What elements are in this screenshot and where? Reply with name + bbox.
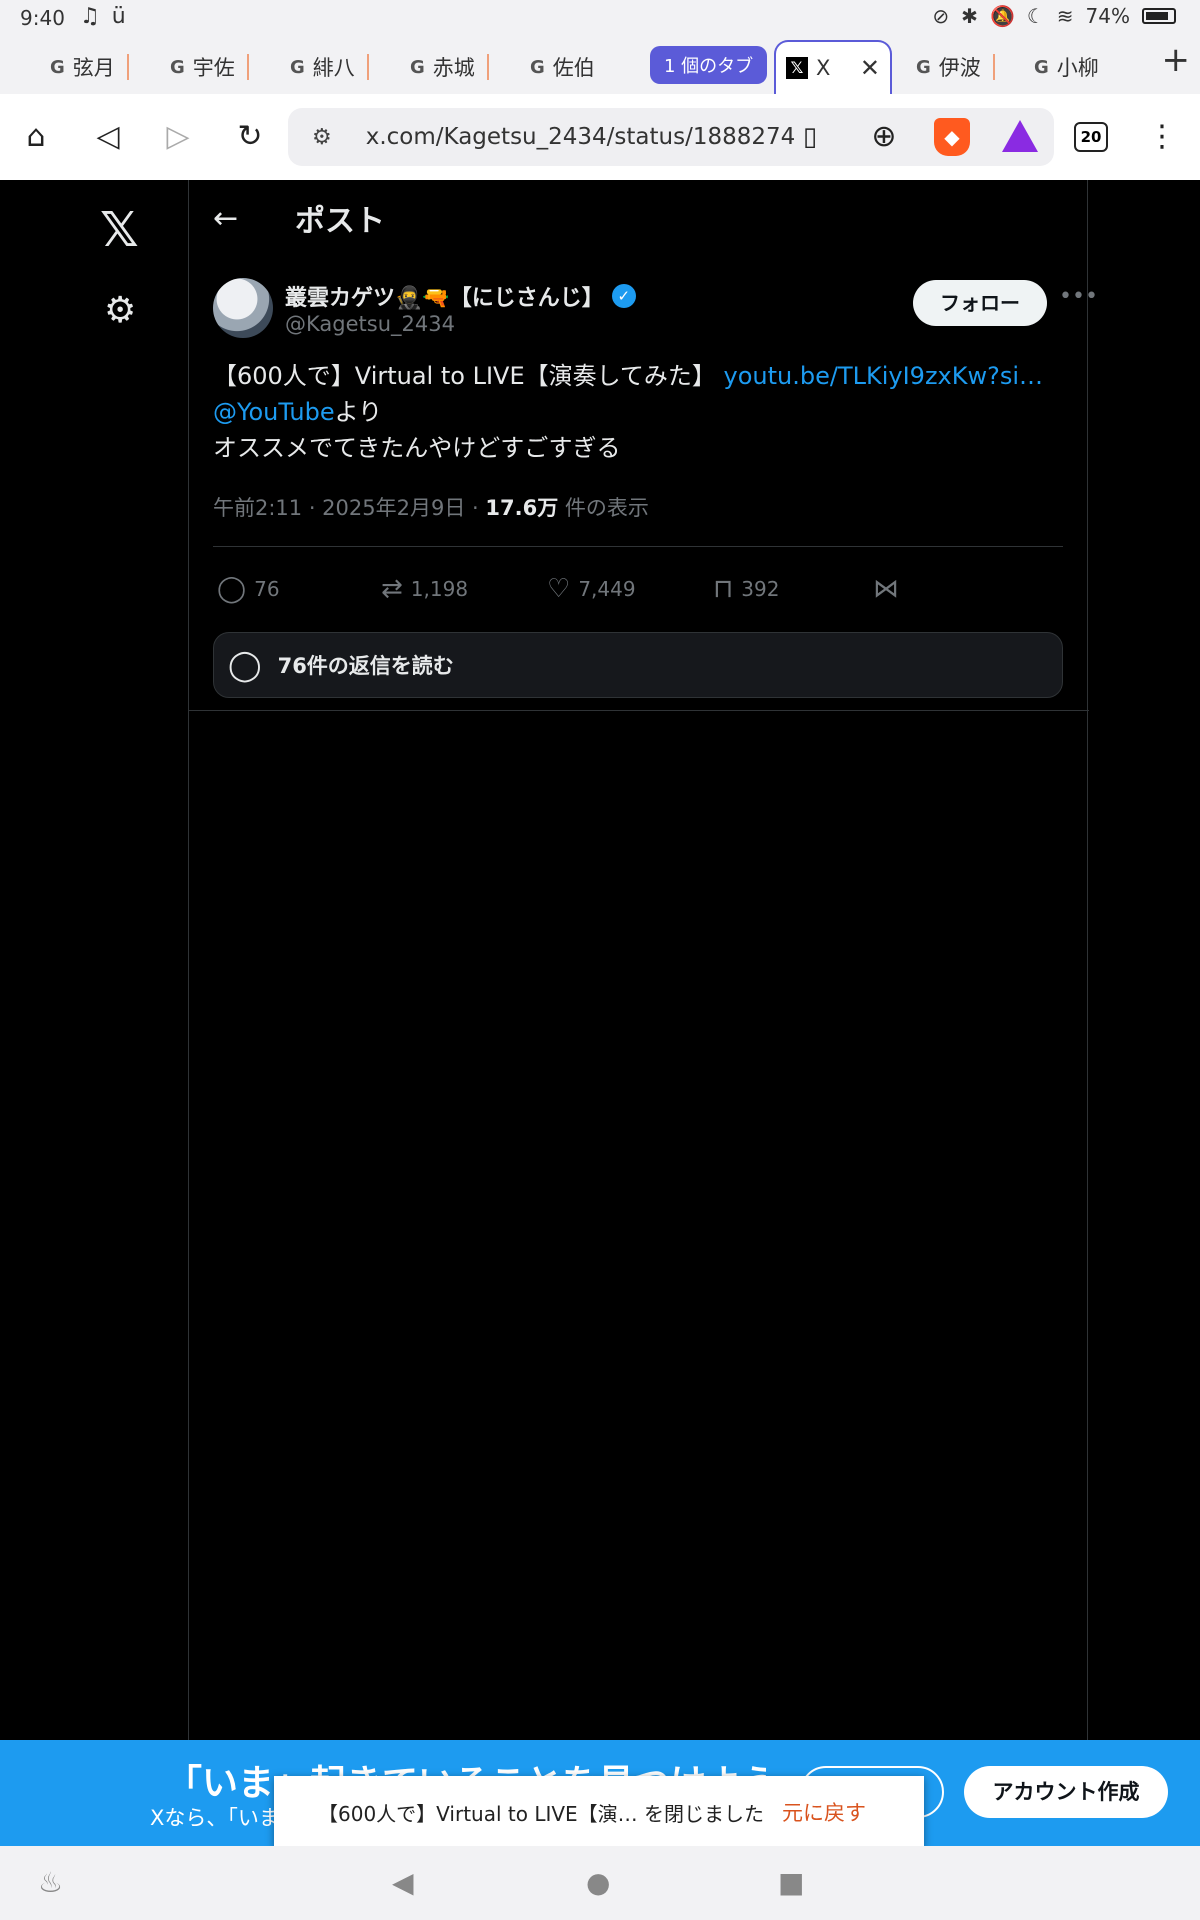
system-nav-bar: ♨ ◀ ● ■ <box>0 1846 1200 1920</box>
reload-icon[interactable]: ↻ <box>228 114 272 158</box>
do-not-disturb-icon: ☾ <box>1026 4 1045 28</box>
wifi-icon: ≋ <box>1056 4 1074 28</box>
share-button[interactable]: ⋈ <box>873 574 899 604</box>
reply-button[interactable]: ◯ 76 <box>217 574 280 604</box>
reply-count: 76 <box>254 577 280 601</box>
column-divider <box>189 710 1089 711</box>
download-icon[interactable]: ⊕ <box>862 114 906 158</box>
left-nav: 𝕏 ⚙ <box>0 180 188 1740</box>
url-text[interactable]: x.com/Kagetsu_2434/status/1888274 <box>366 124 796 150</box>
web-page: 𝕏 ⚙ ← ポスト 叢雲カゲツ🥷🔫【にじさんじ】 ✓ @Kagetsu_2434… <box>0 180 1200 1740</box>
brave-rewards-icon[interactable] <box>1002 120 1038 152</box>
tab-1[interactable]: G 弦月 <box>40 48 129 86</box>
google-icon: G <box>530 56 545 78</box>
verified-badge-icon: ✓ <box>611 284 636 308</box>
more-options-icon[interactable]: ••• <box>1059 284 1098 309</box>
bookmark-icon[interactable]: ▯ <box>788 115 832 159</box>
tab-group-chip[interactable]: 1 個のタブ <box>650 46 768 84</box>
home-icon[interactable]: ⌂ <box>14 114 58 158</box>
system-recents-icon[interactable]: ■ <box>778 1866 804 1899</box>
music-icon: ♫ <box>80 4 100 29</box>
view-label: 件の表示 <box>558 496 649 520</box>
post-column: ← ポスト 叢雲カゲツ🥷🔫【にじさんじ】 ✓ @Kagetsu_2434 フォロ… <box>188 180 1098 1740</box>
battery-icon <box>1142 8 1176 24</box>
google-icon: G <box>50 56 65 78</box>
post-meta: 午前2:11 · 2025年2月9日 · 17.6万 件の表示 <box>213 492 649 522</box>
snackbar: 【600人で】Virtual to LIVE【演… を閉じました 元に戻す <box>274 1776 924 1848</box>
google-icon: G <box>410 56 425 78</box>
post-text: 【600人で】Virtual to LIVE【演奏してみた】 youtu.be/… <box>213 358 1063 466</box>
like-button[interactable]: ♡ 7,449 <box>547 574 636 604</box>
tab-5[interactable]: G 佐伯 <box>520 48 605 86</box>
status-bar: 9:40 ♫ ü ⊘ ✱ 🔕 ☾ ≋ 74% <box>0 0 1200 36</box>
post-text-line3: オススメでてきたんやけどすごすぎる <box>213 434 621 462</box>
tab-strip: G 弦月 G 宇佐 G 緋八 G 赤城 G 佐伯 1 個のタブ 𝕏 X ✕ G … <box>0 36 1200 94</box>
tab-active-x[interactable]: 𝕏 X ✕ <box>774 40 892 94</box>
post-text-line2: より <box>334 398 383 426</box>
snackbar-message: 【600人で】Virtual to LIVE【演… を閉じました <box>318 1801 765 1826</box>
repost-icon: ⇄ <box>381 574 403 604</box>
mute-icon: 🔕 <box>989 4 1015 28</box>
youtube-link[interactable]: youtu.be/TLKiyI9zxKw?si… <box>724 362 1044 390</box>
repost-button[interactable]: ⇄ 1,198 <box>381 574 468 604</box>
overflow-menu-icon[interactable]: ⋮ <box>1140 114 1184 158</box>
heart-icon: ♡ <box>547 574 571 604</box>
bookmark-count: 392 <box>741 577 780 601</box>
post-text-line1: 【600人で】Virtual to LIVE【演奏してみた】 <box>213 362 724 390</box>
author-name-link[interactable]: 叢雲カゲツ🥷🔫【にじさんじ】 ✓ <box>285 280 636 312</box>
browser-toolbar: ⌂ ◁ ▷ ↻ ⚙ x.com/Kagetsu_2434/status/1888… <box>0 94 1200 180</box>
google-icon: G <box>1034 56 1049 78</box>
new-tab-icon[interactable]: + <box>1162 40 1191 80</box>
x-logo-icon[interactable]: 𝕏 <box>100 202 139 258</box>
clock: 9:40 <box>20 6 65 30</box>
avatar[interactable] <box>213 278 273 338</box>
reply-icon: ◯ <box>217 574 247 604</box>
speech-bubble-icon: ◯ <box>228 647 262 683</box>
back-icon[interactable]: ◁ <box>86 114 130 158</box>
close-tab-icon[interactable]: ✕ <box>860 54 880 82</box>
tab-2[interactable]: G 宇佐 <box>160 48 249 86</box>
tab-8[interactable]: G 伊波 <box>906 48 995 86</box>
site-settings-icon[interactable]: ⚙ <box>312 125 332 150</box>
tab-count-button[interactable]: 20 <box>1074 122 1108 152</box>
forward-icon[interactable]: ▷ <box>156 114 200 158</box>
undo-button[interactable]: 元に戻す <box>782 1797 866 1827</box>
bookmark-outline-icon: ⊓ <box>713 574 734 604</box>
google-icon: G <box>170 56 185 78</box>
read-replies-label: 76件の返信を読む <box>277 654 454 678</box>
mention-link[interactable]: @YouTube <box>213 398 335 426</box>
google-icon: G <box>916 56 931 78</box>
follow-button[interactable]: フォロー <box>913 280 1047 326</box>
post-timestamp[interactable]: 午前2:11 · 2025年2月9日 · <box>213 496 485 520</box>
no-sync-icon: ⊘ <box>932 4 950 28</box>
brave-shields-icon[interactable]: ◆ <box>934 118 970 156</box>
author-name[interactable]: 叢雲カゲツ🥷🔫【にじさんじ】 <box>285 280 604 312</box>
x-favicon-icon: 𝕏 <box>786 57 808 79</box>
repost-count: 1,198 <box>410 577 469 601</box>
system-home-icon[interactable]: ● <box>586 1866 610 1899</box>
share-icon: ⋈ <box>873 574 899 604</box>
google-icon: G <box>290 56 305 78</box>
create-account-button[interactable]: アカウント作成 <box>964 1766 1168 1818</box>
battery-percent: 74% <box>1085 4 1130 28</box>
page-title: ポスト <box>295 204 385 239</box>
read-replies-button[interactable]: ◯ 76件の返信を読む <box>213 632 1063 698</box>
bluetooth-icon: ✱ <box>961 4 978 28</box>
notification-icon: ü <box>111 4 126 29</box>
action-bar: ◯ 76 ⇄ 1,198 ♡ 7,449 ⊓ 392 ⋈ <box>213 566 1063 616</box>
system-back-icon[interactable]: ◀ <box>392 1866 414 1899</box>
tab-4[interactable]: G 赤城 <box>400 48 489 86</box>
author-handle[interactable]: @Kagetsu_2434 <box>285 312 455 336</box>
bookmark-post-button[interactable]: ⊓ 392 <box>713 574 779 604</box>
app-icon[interactable]: ♨ <box>38 1866 63 1899</box>
author-row: 叢雲カゲツ🥷🔫【にじさんじ】 ✓ @Kagetsu_2434 フォロー ••• <box>213 278 1098 348</box>
tab-9[interactable]: G 小柳 <box>1024 48 1109 86</box>
divider <box>213 546 1063 547</box>
tab-3[interactable]: G 緋八 <box>280 48 369 86</box>
settings-gear-icon[interactable]: ⚙ <box>104 290 136 331</box>
back-arrow-icon[interactable]: ← <box>213 201 253 236</box>
like-count: 7,449 <box>578 577 636 601</box>
post-header: ← ポスト <box>189 180 1087 256</box>
view-count: 17.6万 <box>485 496 559 520</box>
